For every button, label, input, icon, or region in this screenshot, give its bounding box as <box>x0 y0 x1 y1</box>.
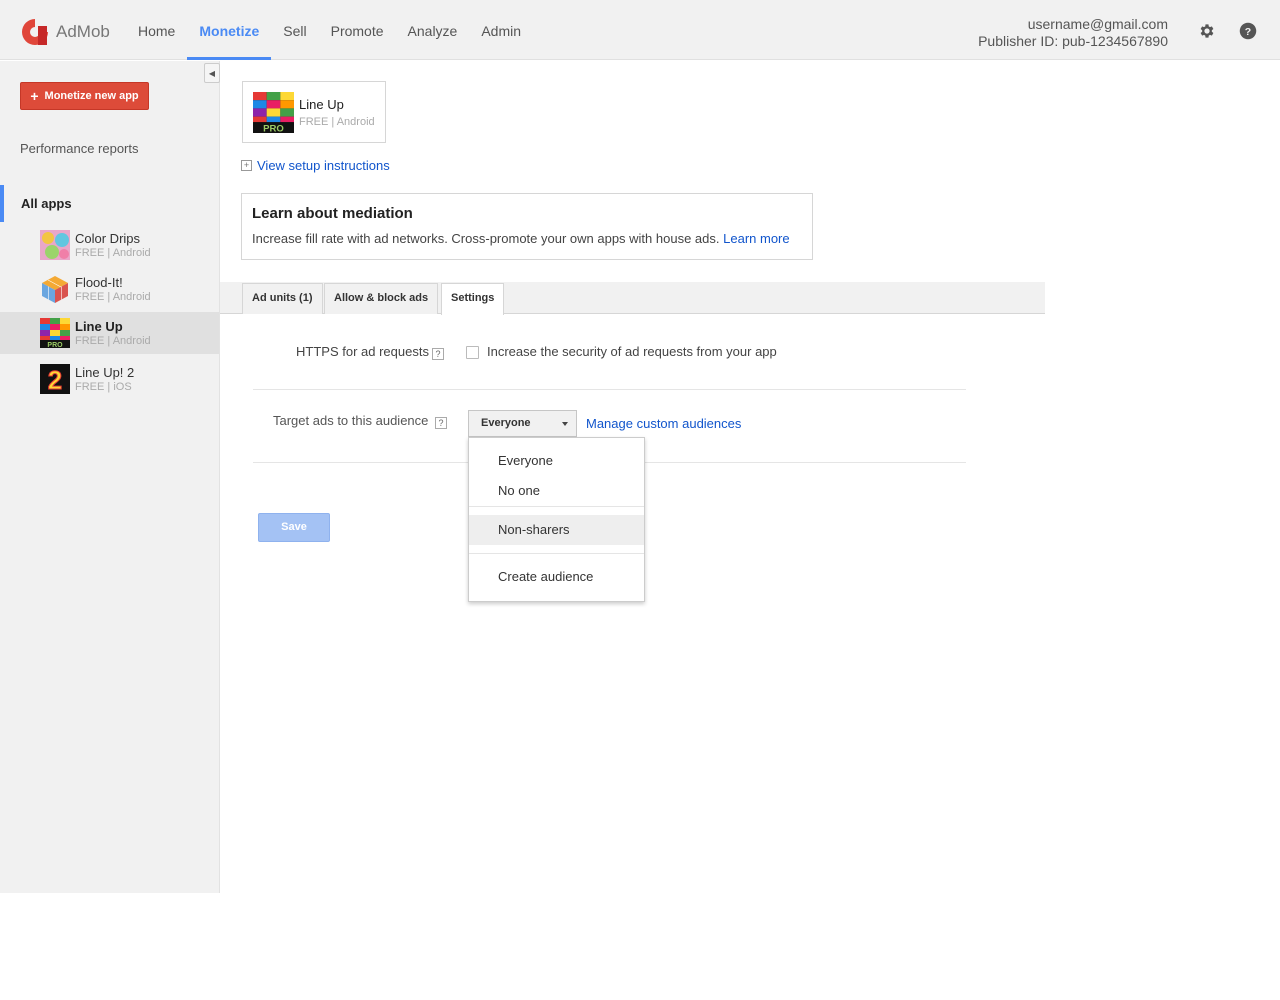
app-name: Line Up <box>75 319 123 334</box>
setup-link-label: View setup instructions <box>257 158 390 173</box>
nav-monetize[interactable]: Monetize <box>187 0 272 60</box>
audience-menu: Everyone No one Non-sharers Create audie… <box>468 437 645 602</box>
audience-dropdown[interactable]: Everyone <box>468 410 577 437</box>
current-app-meta: FREE | Android <box>299 116 375 128</box>
main-nav: Home Monetize Sell Promote Analyze Admin <box>126 0 533 60</box>
target-audience-label: Target ads to this audience ? <box>273 413 448 429</box>
plus-icon: + <box>30 88 39 104</box>
app-meta: FREE | Android <box>75 291 151 303</box>
all-apps-item[interactable]: All apps <box>0 185 220 222</box>
color-drips-app-icon <box>40 230 70 260</box>
save-button[interactable]: Save <box>258 513 330 542</box>
sidebar-app-line-up[interactable]: PRO Line Up FREE | Android <box>0 312 219 354</box>
mediation-title: Learn about mediation <box>252 205 413 222</box>
app-meta: FREE | Android <box>75 335 151 347</box>
menu-item-create-audience[interactable]: Create audience <box>469 562 644 592</box>
line-up-app-icon: PRO <box>40 318 70 348</box>
chevron-left-icon: ◀ <box>208 68 216 78</box>
app-name: Color Drips <box>75 231 141 246</box>
sidebar-app-color-drips[interactable]: Color Drips FREE | Android <box>0 224 219 266</box>
svg-text:PRO: PRO <box>47 342 63 348</box>
nav-admin[interactable]: Admin <box>469 0 533 60</box>
monetize-new-app-button[interactable]: + Monetize new app <box>20 82 149 110</box>
manage-custom-audiences-link[interactable]: Manage custom audiences <box>586 416 741 431</box>
https-checkbox-label: Increase the security of ad requests fro… <box>487 344 777 359</box>
account-info[interactable]: username@gmail.com Publisher ID: pub-123… <box>978 16 1168 50</box>
menu-item-no-one[interactable]: No one <box>469 476 644 506</box>
performance-reports-link[interactable]: Performance reports <box>20 141 139 156</box>
app-name: Line Up! 2 <box>75 365 135 380</box>
tab-bar: Ad units (1) Allow & block ads Settings <box>220 282 1045 315</box>
line-up-app-icon: PRO <box>253 92 294 133</box>
help-icon[interactable]: ? <box>431 348 444 360</box>
help-icon[interactable]: ? <box>435 417 448 429</box>
account-email: username@gmail.com <box>1027 16 1168 32</box>
expand-icon: + <box>241 160 252 171</box>
nav-analyze[interactable]: Analyze <box>396 0 470 60</box>
nav-sell[interactable]: Sell <box>271 0 318 60</box>
publisher-id: Publisher ID: pub-1234567890 <box>978 33 1168 49</box>
admob-logo[interactable]: AdMob <box>20 17 110 47</box>
logo-text: AdMob <box>56 22 110 41</box>
nav-promote[interactable]: Promote <box>319 0 396 60</box>
gear-icon[interactable] <box>1198 22 1216 40</box>
tab-settings[interactable]: Settings <box>441 283 505 315</box>
https-checkbox[interactable] <box>466 346 479 359</box>
menu-separator <box>469 506 644 507</box>
audience-dropdown-value: Everyone <box>481 417 531 429</box>
nav-home[interactable]: Home <box>126 0 187 60</box>
divider <box>253 389 966 390</box>
tab-allow-block-ads[interactable]: Allow & block ads <box>324 283 439 314</box>
current-app-name: Line Up <box>299 97 344 112</box>
sidebar-app-flood-it[interactable]: Flood-It! FREE | Android <box>0 268 219 310</box>
current-app-card: PRO Line Up FREE | Android <box>242 81 386 143</box>
sidebar-app-line-up-2[interactable]: 2 Line Up! 2 FREE | iOS <box>0 358 219 400</box>
caret-down-icon <box>562 422 568 426</box>
app-meta: FREE | Android <box>75 247 151 259</box>
help-icon[interactable]: ? <box>1239 22 1257 40</box>
svg-text:2: 2 <box>48 365 62 394</box>
mediation-text: Increase fill rate with ad networks. Cro… <box>252 231 790 246</box>
line-up-2-app-icon: 2 <box>40 364 70 394</box>
menu-item-non-sharers[interactable]: Non-sharers <box>469 515 644 545</box>
menu-separator <box>469 553 644 554</box>
svg-text:?: ? <box>1245 26 1251 38</box>
tab-ad-units[interactable]: Ad units (1) <box>242 283 323 314</box>
admob-logo-icon <box>22 19 48 45</box>
collapse-sidebar-button[interactable]: ◀ <box>204 63 220 83</box>
monetize-new-app-label: Monetize new app <box>44 90 139 102</box>
menu-item-everyone[interactable]: Everyone <box>469 446 644 476</box>
view-setup-instructions-link[interactable]: + View setup instructions <box>241 158 390 173</box>
mediation-info-box: Learn about mediation Increase fill rate… <box>241 193 813 260</box>
https-label: HTTPS for ad requests? <box>296 344 444 360</box>
app-meta: FREE | iOS <box>75 381 132 393</box>
svg-text:PRO: PRO <box>263 124 284 133</box>
top-bar: AdMob Home Monetize Sell Promote Analyze… <box>0 0 1280 60</box>
learn-more-link[interactable]: Learn more <box>723 231 789 246</box>
app-name: Flood-It! <box>75 275 123 290</box>
flood-it-app-icon <box>42 276 68 303</box>
